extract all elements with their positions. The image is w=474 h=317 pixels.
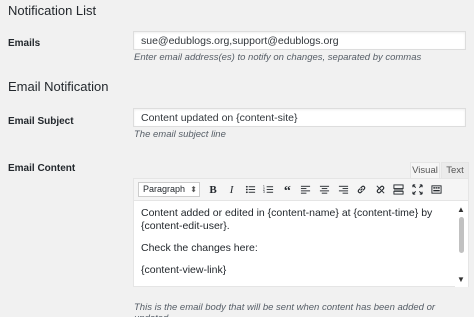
- email-subject-label: Email Subject: [8, 116, 74, 127]
- chevron-updown-icon: ⬍: [190, 185, 197, 194]
- email-content-description: This is the email body that will be sent…: [134, 302, 436, 317]
- fullscreen-icon[interactable]: [409, 181, 427, 199]
- unlink-icon[interactable]: [371, 181, 389, 199]
- read-more-icon[interactable]: [390, 181, 408, 199]
- svg-text:3: 3: [263, 190, 265, 194]
- section-title-email-notification: Email Notification: [8, 79, 109, 94]
- scroll-down-icon[interactable]: ▼: [457, 273, 465, 286]
- emails-input[interactable]: sue@edublogs.org,support@edublogs.org: [133, 31, 466, 50]
- link-icon[interactable]: [353, 181, 371, 199]
- editor-toolbar: Paragraph ⬍ B I 123 “: [134, 179, 468, 201]
- format-select[interactable]: Paragraph ⬍: [138, 182, 200, 197]
- align-center-icon[interactable]: [316, 181, 334, 199]
- content-paragraph: {content-view-link}: [141, 264, 227, 276]
- section-title-notification-list: Notification List: [8, 3, 97, 18]
- align-right-icon[interactable]: [334, 181, 352, 199]
- tab-visual[interactable]: Visual: [410, 162, 440, 179]
- scroll-up-icon[interactable]: ▲: [457, 203, 465, 216]
- content-paragraph: Content added or edited in {content-name…: [141, 207, 433, 232]
- editor-scrollbar[interactable]: ▲ ▼: [455, 201, 468, 287]
- emails-label: Emails: [8, 38, 41, 49]
- blockquote-icon[interactable]: “: [278, 181, 296, 199]
- scroll-thumb[interactable]: [459, 217, 464, 253]
- toolbar-toggle-icon[interactable]: [427, 181, 445, 199]
- content-paragraph: Check the changes here:: [141, 242, 258, 254]
- italic-icon[interactable]: I: [223, 181, 241, 199]
- tab-text[interactable]: Text: [441, 162, 469, 179]
- email-subject-description: The email subject line: [134, 129, 226, 140]
- format-select-value: Paragraph: [143, 184, 186, 194]
- emails-description: Enter email address(es) to notify on cha…: [134, 52, 422, 63]
- bullet-list-icon[interactable]: [241, 181, 259, 199]
- bold-icon[interactable]: B: [204, 181, 222, 199]
- align-left-icon[interactable]: [297, 181, 315, 199]
- email-subject-input[interactable]: Content updated on {content-site}: [133, 108, 466, 127]
- email-content-label: Email Content: [8, 163, 76, 174]
- numbered-list-icon[interactable]: 123: [260, 181, 278, 199]
- editor-content-area[interactable]: Content added or edited in {content-name…: [134, 201, 468, 287]
- email-content-editor: Paragraph ⬍ B I 123 “ Content added or e…: [133, 178, 469, 287]
